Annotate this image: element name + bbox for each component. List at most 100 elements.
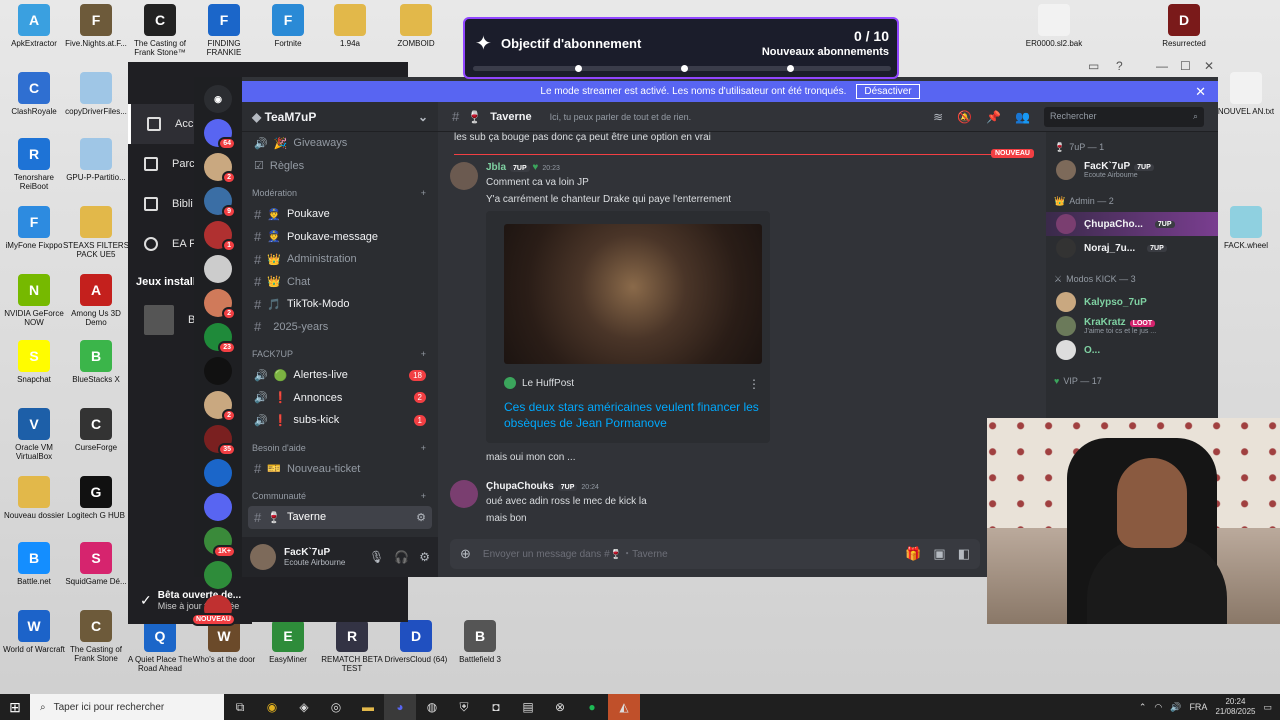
member-row[interactable]: Noraj_7u... 7UP	[1046, 236, 1218, 260]
desktop-icon[interactable]: F Five.Nights.at.F...	[62, 4, 130, 48]
desktop-icon[interactable]: E EasyMiner	[254, 620, 322, 664]
wifi-icon[interactable]: ◠	[1154, 702, 1162, 713]
chevron-up-icon[interactable]: ⌃	[1139, 702, 1147, 713]
desktop-icon[interactable]: FACK.wheel	[1212, 206, 1280, 250]
embed-source[interactable]: Le HuffPost	[522, 378, 574, 389]
obs-icon[interactable]: ◍	[416, 694, 448, 720]
desktop-icon[interactable]: C ClashRoyale	[0, 72, 68, 116]
server-header[interactable]: ◆ TeaM7uP ⌄	[242, 102, 438, 132]
message-author[interactable]: ÇhupaChouks	[486, 481, 554, 492]
server-icon[interactable]: 1	[204, 221, 236, 252]
desktop-icon[interactable]: Nouveau dossier	[0, 476, 68, 520]
channel-nouveau-ticket[interactable]: # 🎫 Nouveau-ticket	[242, 458, 438, 481]
task-view-icon[interactable]: ⧉	[224, 694, 256, 720]
gift-icon[interactable]: 🎁	[905, 546, 921, 562]
channel-item[interactable]: # 👮 Poukave-message	[242, 226, 438, 249]
server-icon[interactable]	[204, 493, 232, 521]
channel-item[interactable]: # 👑 Administration	[242, 248, 438, 271]
desktop-icon[interactable]: B Battle.net	[0, 542, 68, 586]
server-icon[interactable]	[204, 561, 232, 589]
server-icon[interactable]: 2	[204, 289, 236, 320]
desktop-icon[interactable]: V Oracle VM VirtualBox	[0, 408, 68, 461]
message-input[interactable]	[482, 548, 894, 560]
desktop-icon[interactable]: R Tenorshare ReiBoot	[0, 138, 68, 191]
member-row[interactable]: Kalypso_7uP	[1046, 290, 1218, 314]
desktop-icon[interactable]: A ApkExtractor	[0, 4, 68, 48]
desktop-icon[interactable]: GPU-P-Partitio...	[62, 138, 130, 182]
chrome-icon[interactable]: ◉	[256, 694, 288, 720]
desktop-icon[interactable]: C The Casting of Frank Stone™	[126, 4, 194, 57]
avatar[interactable]	[450, 480, 478, 508]
threads-icon[interactable]: ≋	[933, 110, 943, 124]
desktop-icon[interactable]: ZOMBOID	[382, 4, 450, 48]
close-icon[interactable]: ✕	[1204, 59, 1214, 73]
desktop-icon[interactable]: C The Casting of Frank Stone	[62, 610, 130, 663]
server-icon[interactable]	[204, 255, 232, 283]
taskbar-search[interactable]: ⌕ Taper ici pour rechercher	[30, 694, 224, 720]
app-icon[interactable]: ◈	[288, 694, 320, 720]
desktop-icon[interactable]: FiMyFone Fixppo	[0, 206, 68, 250]
server-icon[interactable]: NOUVEAU	[190, 595, 236, 626]
steam-icon[interactable]: ◎	[320, 694, 352, 720]
server-icon[interactable]: 64	[204, 119, 236, 150]
members-icon[interactable]: 👥	[1015, 110, 1030, 124]
channel-item[interactable]: 🔊 ❗ subs-kick 1	[242, 409, 438, 432]
channel-giveaways[interactable]: 🔊 🎉 Giveaways	[242, 132, 438, 155]
desktop-icon[interactable]: D Resurrected	[1150, 4, 1218, 48]
pin-icon[interactable]: 📌	[986, 110, 1001, 124]
desktop-icon[interactable]: F FINDING FRANKIE	[190, 4, 258, 57]
close-icon[interactable]: ✕	[1195, 84, 1206, 100]
windows-start-icon[interactable]: ⊞	[0, 699, 30, 716]
desktop-icon[interactable]: N NVIDIA GeForce NOW	[0, 274, 68, 327]
embed-title[interactable]: Ces deux stars américaines veulent finan…	[504, 399, 764, 431]
server-icon[interactable]: 2	[204, 391, 236, 422]
desktop-icon[interactable]: S Snapchat	[0, 340, 68, 384]
server-icon[interactable]: 9	[204, 187, 236, 218]
spotify-icon[interactable]: ●	[576, 694, 608, 720]
channel-regles[interactable]: ☑ Règles	[242, 155, 438, 178]
xbox-icon[interactable]: ⊗	[544, 694, 576, 720]
member-row[interactable]: O...	[1046, 338, 1218, 362]
dc-icon[interactable]: ◘	[480, 694, 512, 720]
desktop-icon[interactable]: ER0000.sl2.bak	[1020, 4, 1088, 48]
channel-item[interactable]: # 👮 Poukave	[242, 203, 438, 226]
plus-icon[interactable]: +	[421, 491, 426, 501]
help-icon[interactable]: ?	[1116, 59, 1123, 73]
member-row[interactable]: FacK`7uP 7UP Ecoute Airbourne	[1046, 158, 1218, 182]
desktop-icon[interactable]: A Among Us 3D Demo	[62, 274, 130, 327]
desktop-icon[interactable]: S SquidGame Dé...	[62, 542, 130, 586]
maximize-icon[interactable]: ☐	[1180, 59, 1191, 73]
server-icon[interactable]: 1K+	[204, 527, 236, 558]
server-icon[interactable]: 23	[204, 323, 236, 354]
language-indicator[interactable]: FRA	[1189, 702, 1207, 712]
mute-bell-icon[interactable]: 🔕	[957, 110, 972, 124]
desktop-icon[interactable]: copyDriverFiles...	[62, 72, 130, 116]
server-icon[interactable]: 2	[204, 153, 236, 184]
volume-icon[interactable]: 🔊	[1170, 702, 1181, 713]
channel-item[interactable]: 🔊 🟢 Alertes-live 18	[242, 364, 438, 387]
channel-item[interactable]: #2025-years	[242, 316, 438, 339]
desktop-icon[interactable]: Q A Quiet Place The Road Ahead	[126, 620, 194, 673]
channel-item[interactable]: # 🎵 TikTok-Modo	[242, 293, 438, 316]
category-community[interactable]: Communauté +	[242, 486, 438, 506]
desktop-icon[interactable]: W World of Warcraft	[0, 610, 68, 654]
link-embed[interactable]: Le HuffPost ⋮ Ces deux stars américaines…	[486, 211, 770, 443]
search-input[interactable]: Rechercher ⌕	[1044, 106, 1204, 127]
category-help[interactable]: Besoin d'aide +	[242, 438, 438, 458]
category-moderation[interactable]: Modération +	[242, 183, 438, 203]
avatar[interactable]	[250, 544, 276, 570]
desktop-icon[interactable]: STEAXS FILTERS PACK UE5	[62, 206, 130, 259]
server-icon[interactable]	[204, 459, 232, 487]
desktop-icon[interactable]: G Logitech G HUB	[62, 476, 130, 520]
member-row[interactable]: ÇhupaCho... 7UP	[1046, 212, 1218, 236]
ea-icon[interactable]: ◭	[608, 694, 640, 720]
app-icon[interactable]: ▤	[512, 694, 544, 720]
category-fack7up[interactable]: FACK7UP +	[242, 344, 438, 364]
channel-taverne[interactable]: # 🍷 Taverne ⚙	[248, 506, 432, 529]
desktop-icon[interactable]: R REMATCH BETA TEST	[318, 620, 386, 673]
desktop-icon[interactable]: B Battlefield 3	[446, 620, 514, 664]
desktop-icon[interactable]: C CurseForge	[62, 408, 130, 452]
channel-item[interactable]: 🔊 ❗ Annonces 2	[242, 387, 438, 410]
channel-item[interactable]: # 👑 Chat	[242, 271, 438, 294]
avatar[interactable]	[450, 162, 478, 190]
